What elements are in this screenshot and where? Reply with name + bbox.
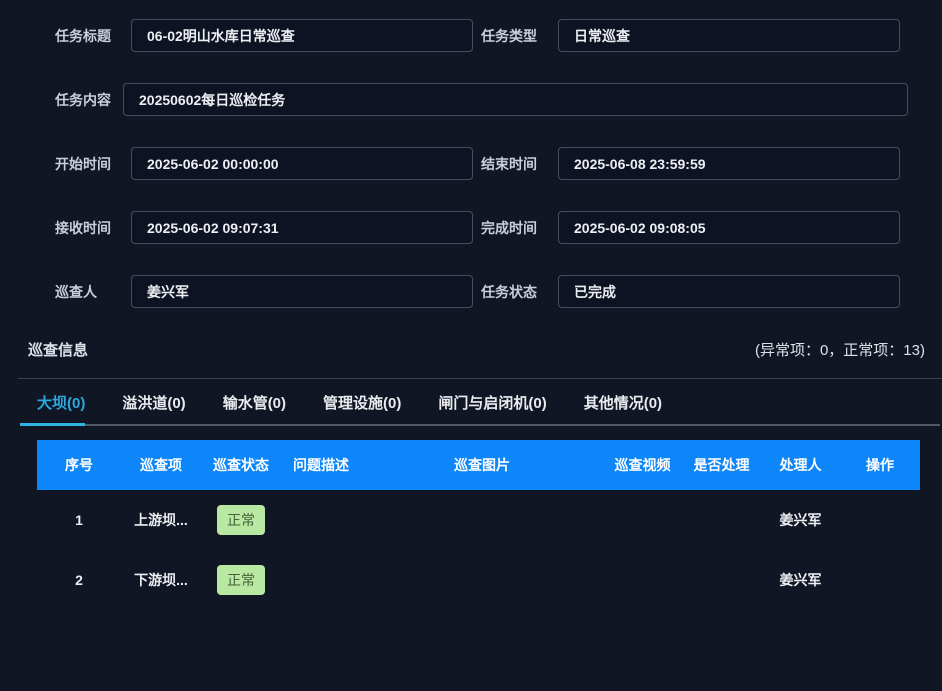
- tab-gate-hoist[interactable]: 闸门与启闭机(0): [438, 392, 546, 426]
- form-row-title-type: 任务标题 任务类型: [0, 19, 942, 52]
- cell-handler: 姜兴军: [761, 570, 840, 590]
- col-header-handler: 处理人: [761, 455, 840, 475]
- tab-other[interactable]: 其他情况(0): [584, 392, 662, 426]
- col-header-problem: 问题描述: [281, 455, 361, 475]
- items-count-summary: (异常项：0，正常项：13): [755, 339, 925, 360]
- cell-no: 2: [37, 572, 121, 588]
- table-row: 2 下游坝... 正常 姜兴军: [37, 550, 920, 610]
- col-header-action: 操作: [840, 455, 920, 475]
- cell-status: 正常: [201, 565, 281, 595]
- status-badge: 正常: [217, 505, 265, 535]
- form-row-inspector-status: 巡查人 任务状态: [0, 275, 942, 308]
- receive-time-label: 接收时间: [0, 218, 131, 238]
- task-content-input[interactable]: [123, 83, 908, 116]
- task-detail-form: 任务标题 任务类型 任务内容 开始时间 结束时间 接收时间 完成时间 巡查人 任…: [0, 0, 942, 308]
- tab-dam[interactable]: 大坝(0): [37, 392, 85, 426]
- table-header-row: 序号 巡查项 巡查状态 问题描述 巡查图片 巡查视频 是否处理 处理人 操作: [37, 440, 920, 490]
- finish-time-input[interactable]: [558, 211, 900, 244]
- section-divider: [18, 378, 942, 379]
- inspection-info-section-header: 巡查信息 (异常项：0，正常项：13): [0, 339, 942, 360]
- task-title-input[interactable]: [131, 19, 473, 52]
- receive-time-input[interactable]: [131, 211, 473, 244]
- inspector-label: 巡查人: [0, 282, 131, 302]
- cell-item: 下游坝...: [121, 570, 201, 590]
- category-tabs: 大坝(0) 溢洪道(0) 输水管(0) 管理设施(0) 闸门与启闭机(0) 其他…: [0, 392, 942, 426]
- section-title: 巡查信息: [28, 339, 88, 360]
- finish-time-label: 完成时间: [473, 218, 558, 238]
- task-status-input[interactable]: [558, 275, 900, 308]
- col-header-item: 巡查项: [121, 455, 201, 475]
- col-header-no: 序号: [37, 455, 121, 475]
- cell-no: 1: [37, 512, 121, 528]
- cell-handler: 姜兴军: [761, 510, 840, 530]
- status-badge: 正常: [217, 565, 265, 595]
- col-header-handled: 是否处理: [682, 455, 761, 475]
- start-time-label: 开始时间: [0, 154, 131, 174]
- cell-item: 上游坝...: [121, 510, 201, 530]
- inspection-table: 序号 巡查项 巡查状态 问题描述 巡查图片 巡查视频 是否处理 处理人 操作 1…: [37, 440, 920, 610]
- table-row: 1 上游坝... 正常 姜兴军: [37, 490, 920, 550]
- cell-status: 正常: [201, 505, 281, 535]
- task-title-label: 任务标题: [0, 26, 131, 46]
- tab-management-facility[interactable]: 管理设施(0): [323, 392, 401, 426]
- form-row-start-end: 开始时间 结束时间: [0, 147, 942, 180]
- start-time-input[interactable]: [131, 147, 473, 180]
- end-time-label: 结束时间: [473, 154, 558, 174]
- col-header-images: 巡查图片: [361, 455, 603, 475]
- col-header-status: 巡查状态: [201, 455, 281, 475]
- col-header-video: 巡查视频: [603, 455, 682, 475]
- inspector-input[interactable]: [131, 275, 473, 308]
- task-content-label: 任务内容: [0, 90, 123, 110]
- form-row-receive-finish: 接收时间 完成时间: [0, 211, 942, 244]
- task-type-label: 任务类型: [473, 26, 558, 46]
- task-status-label: 任务状态: [473, 282, 558, 302]
- task-type-input[interactable]: [558, 19, 900, 52]
- tab-water-pipe[interactable]: 输水管(0): [223, 392, 286, 426]
- form-row-content: 任务内容: [0, 83, 942, 116]
- tab-spillway[interactable]: 溢洪道(0): [122, 392, 185, 426]
- end-time-input[interactable]: [558, 147, 900, 180]
